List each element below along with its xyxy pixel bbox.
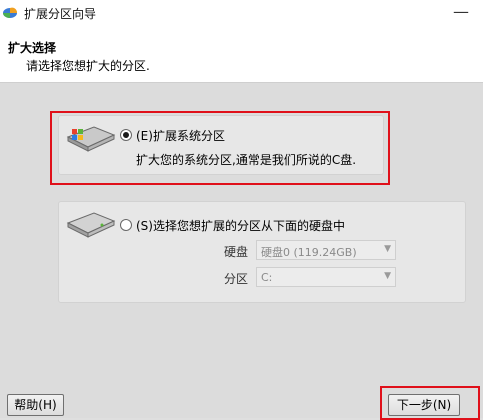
chevron-down-icon: ▼ (384, 244, 391, 254)
partition-select-value: C: (261, 271, 273, 284)
option1-label[interactable]: (E)扩展系统分区 (136, 127, 225, 144)
wizard-content: (E)扩展系统分区 扩大您的系统分区,通常是我们所说的C盘. (S)选择您想扩展… (0, 83, 483, 373)
option2-label[interactable]: (S)选择您想扩展的分区从下面的硬盘中 (136, 217, 345, 234)
title-bar: 扩展分区向导 — (0, 0, 483, 26)
page-subtitle: 请选择您想扩大的分区. (26, 59, 150, 73)
disk-select-value: 硬盘0 (119.24GB) (261, 246, 357, 259)
window-title: 扩展分区向导 (24, 7, 97, 21)
disk-select[interactable]: 硬盘0 (119.24GB) ▼ (256, 240, 396, 260)
app-icon (3, 7, 18, 18)
option1-radio[interactable] (120, 129, 132, 141)
wizard-footer: 帮助(H) 下一步(N) (0, 373, 483, 420)
minimize-button[interactable]: — (453, 2, 469, 21)
chevron-down-icon: ▼ (384, 271, 391, 281)
option1-description: 扩大您的系统分区,通常是我们所说的C盘. (136, 153, 357, 167)
option2-radio[interactable] (120, 219, 132, 231)
page-title: 扩大选择 (8, 41, 57, 55)
partition-label: 分区 (224, 272, 249, 286)
help-button[interactable]: 帮助(H) (7, 394, 64, 416)
disk-label: 硬盘 (224, 245, 249, 259)
wizard-header: 扩大选择 请选择您想扩大的分区. (0, 26, 483, 83)
hard-drive-icon (66, 212, 116, 238)
system-drive-icon (66, 126, 116, 152)
next-button[interactable]: 下一步(N) (388, 394, 460, 416)
partition-select[interactable]: C: ▼ (256, 267, 396, 287)
